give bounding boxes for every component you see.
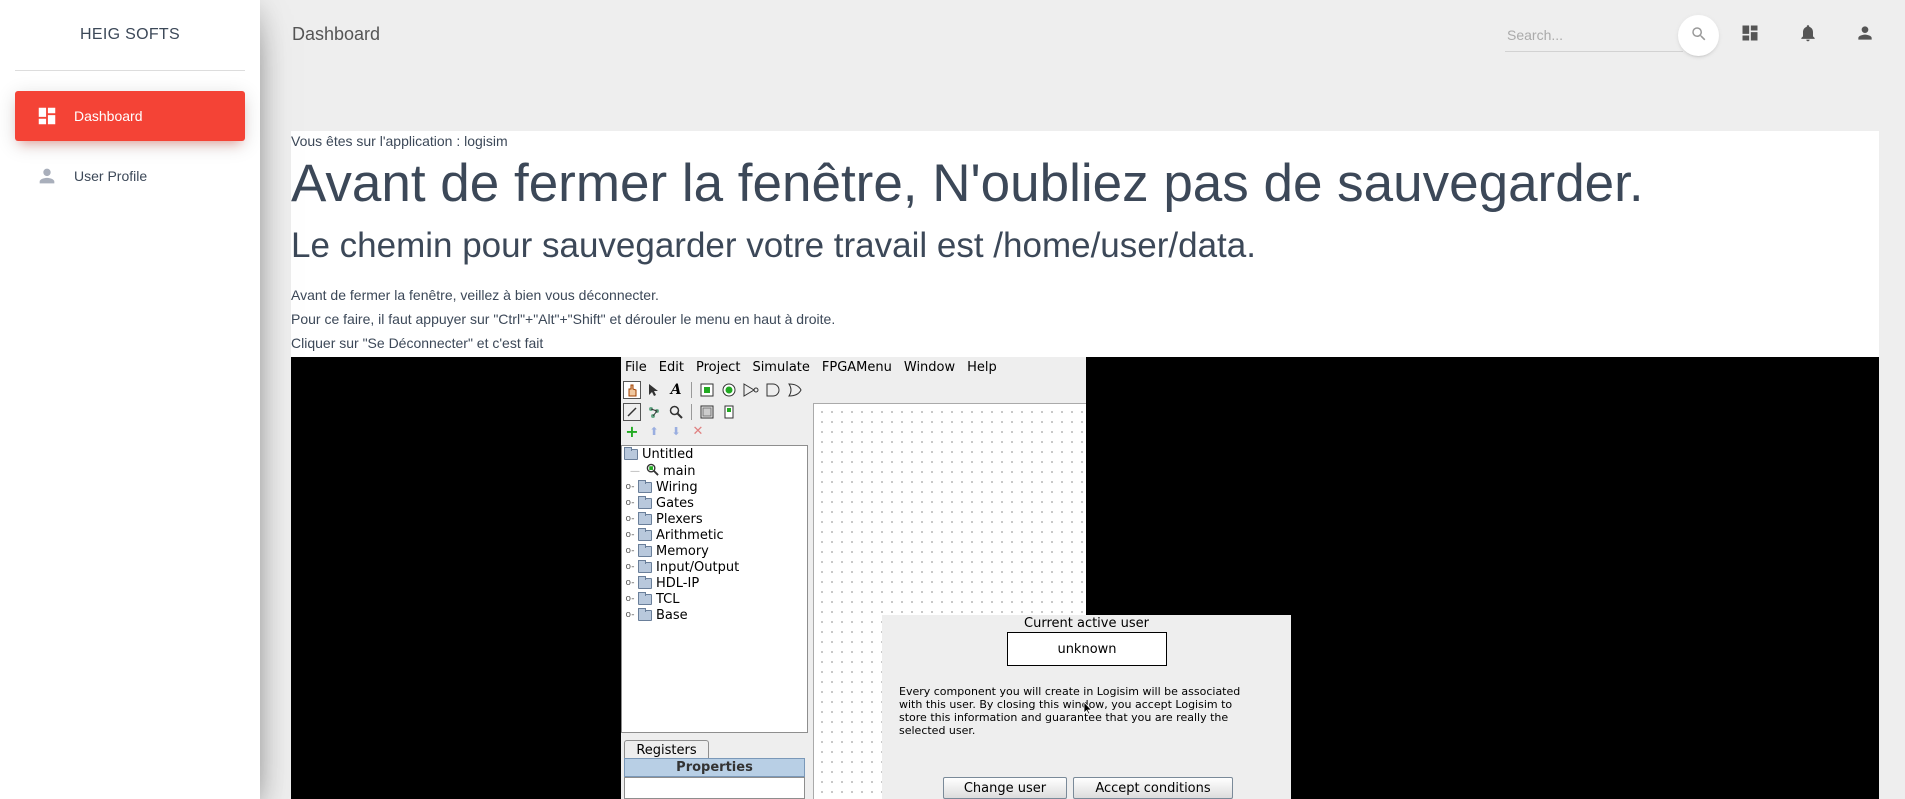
text-tool-icon[interactable]: A: [667, 381, 685, 399]
move-down-icon[interactable]: ⬇: [667, 422, 685, 440]
sidebar-item-user-profile[interactable]: User Profile: [15, 151, 245, 201]
and-gate-icon[interactable]: [764, 381, 782, 399]
input-pin-icon[interactable]: [698, 381, 716, 399]
properties-panel: [624, 777, 805, 799]
or-gate-icon[interactable]: [786, 381, 804, 399]
remote-desktop-view[interactable]: File Edit Project Simulate FPGAMenu Wind…: [291, 357, 1879, 799]
folder-icon: [638, 511, 652, 525]
tree-folder[interactable]: o- Memory: [624, 543, 709, 559]
sidebar-item-dashboard[interactable]: Dashboard: [15, 91, 245, 141]
tree-root[interactable]: Untitled: [624, 446, 693, 462]
search-input[interactable]: [1505, 18, 1683, 51]
expand-icon[interactable]: o-: [624, 482, 636, 492]
menu-fpga[interactable]: FPGAMenu: [818, 360, 900, 375]
top-navbar: Dashboard: [260, 0, 1905, 70]
expand-icon[interactable]: o-: [624, 546, 636, 556]
circuit-toolbar: + ⬆ ⬇ ✕: [621, 421, 707, 441]
save-warning-heading: Avant de fermer la fenêtre, N'oubliez pa…: [291, 154, 1644, 213]
folder-icon: [638, 479, 652, 493]
instruction-line: Pour ce faire, il faut appuyer sur "Ctrl…: [291, 311, 836, 327]
folder-icon: [624, 446, 638, 460]
menu-project[interactable]: Project: [692, 360, 748, 375]
poke-tool-icon[interactable]: [623, 381, 641, 399]
folder-icon: [638, 495, 652, 509]
menu-edit[interactable]: Edit: [655, 360, 692, 375]
tree-folder[interactable]: o- HDL-IP: [624, 575, 699, 591]
tree-folder[interactable]: o- Input/Output: [624, 559, 739, 575]
tree-item-main[interactable]: — main: [630, 463, 695, 479]
accept-conditions-button[interactable]: Accept conditions: [1073, 777, 1233, 799]
expand-icon[interactable]: o-: [624, 610, 636, 620]
search-button[interactable]: [1678, 15, 1719, 56]
main-content: Vous êtes sur l'application : logisim Av…: [291, 131, 1879, 799]
folder-icon: [638, 607, 652, 621]
profile-button[interactable]: [1852, 22, 1878, 48]
brand-divider: [15, 70, 245, 71]
menu-help[interactable]: Help: [963, 360, 1005, 375]
application-line: Vous êtes sur l'application : logisim: [291, 133, 508, 149]
tree-folder[interactable]: o- Wiring: [624, 479, 698, 495]
dialog-title: Current active user: [1024, 616, 1149, 631]
dashboard-nav-button[interactable]: [1737, 22, 1763, 48]
add-circuit-icon[interactable]: +: [623, 422, 641, 441]
tab-registers[interactable]: Registers: [624, 740, 709, 759]
person-icon: [35, 164, 59, 188]
expand-icon[interactable]: o-: [624, 498, 636, 508]
tree-folder[interactable]: o- Gates: [624, 495, 694, 511]
delete-circuit-icon[interactable]: ✕: [689, 422, 707, 440]
expand-icon[interactable]: o-: [624, 594, 636, 604]
tab-properties[interactable]: Properties: [624, 758, 805, 777]
search-icon: [1690, 25, 1708, 47]
tree-folder[interactable]: o- Plexers: [624, 511, 703, 527]
instruction-line: Cliquer sur "Se Déconnecter" et c'est fa…: [291, 335, 544, 351]
layout-icon[interactable]: [698, 403, 716, 421]
appearance-icon[interactable]: [720, 403, 738, 421]
logisim-toolbar: A: [621, 380, 804, 400]
brand-logo[interactable]: HEIG SOFTS: [0, 0, 260, 70]
magnifier-icon[interactable]: [667, 403, 685, 421]
sidebar: HEIG SOFTS Dashboard User Profile: [0, 0, 260, 799]
expand-icon[interactable]: o-: [624, 578, 636, 588]
sidebar-nav: Dashboard User Profile: [0, 91, 260, 201]
hierarchy-icon[interactable]: [645, 403, 663, 421]
mouse-cursor-icon: [1083, 700, 1093, 715]
menu-simulate[interactable]: Simulate: [748, 360, 817, 375]
sidebar-item-label: User Profile: [74, 168, 148, 184]
folder-icon: [638, 559, 652, 573]
move-up-icon[interactable]: ⬆: [645, 422, 663, 440]
folder-icon: [638, 575, 652, 589]
save-path-heading: Le chemin pour sauvegarder votre travail…: [291, 226, 1256, 265]
menu-window[interactable]: Window: [900, 360, 963, 375]
dashboard-icon: [35, 104, 59, 128]
logisim-menubar: File Edit Project Simulate FPGAMenu Wind…: [621, 357, 1086, 377]
sidebar-item-label: Dashboard: [74, 108, 143, 124]
current-user-field: unknown: [1007, 632, 1167, 666]
expand-icon[interactable]: o-: [624, 530, 636, 540]
tree-folder[interactable]: o- TCL: [624, 591, 680, 607]
component-tree: Untitled — main o- Wiring o- Gates o- Plexe…: [621, 445, 808, 733]
expand-icon[interactable]: o-: [624, 514, 636, 524]
expand-icon[interactable]: o-: [624, 562, 636, 572]
select-tool-icon[interactable]: [645, 381, 663, 399]
explorer-toolbar: [621, 402, 738, 422]
tree-folder[interactable]: o- Arithmetic: [624, 527, 724, 543]
instruction-line: Avant de fermer la fenêtre, veillez à bi…: [291, 287, 659, 303]
circuit-icon: [646, 463, 659, 480]
page-title[interactable]: Dashboard: [292, 24, 380, 45]
tree-folder[interactable]: o- Base: [624, 607, 688, 623]
dashboard-icon: [1740, 23, 1760, 47]
person-icon: [1855, 23, 1875, 47]
change-user-button[interactable]: Change user: [943, 777, 1067, 799]
not-gate-icon[interactable]: [742, 381, 760, 399]
folder-icon: [638, 527, 652, 541]
folder-icon: [638, 591, 652, 605]
search-field: [1505, 18, 1683, 52]
edit-tool-icon[interactable]: [623, 403, 641, 421]
menu-file[interactable]: File: [621, 360, 655, 375]
notifications-button[interactable]: [1795, 22, 1821, 48]
folder-icon: [638, 543, 652, 557]
output-pin-icon[interactable]: [720, 381, 738, 399]
notifications-icon: [1798, 23, 1818, 47]
